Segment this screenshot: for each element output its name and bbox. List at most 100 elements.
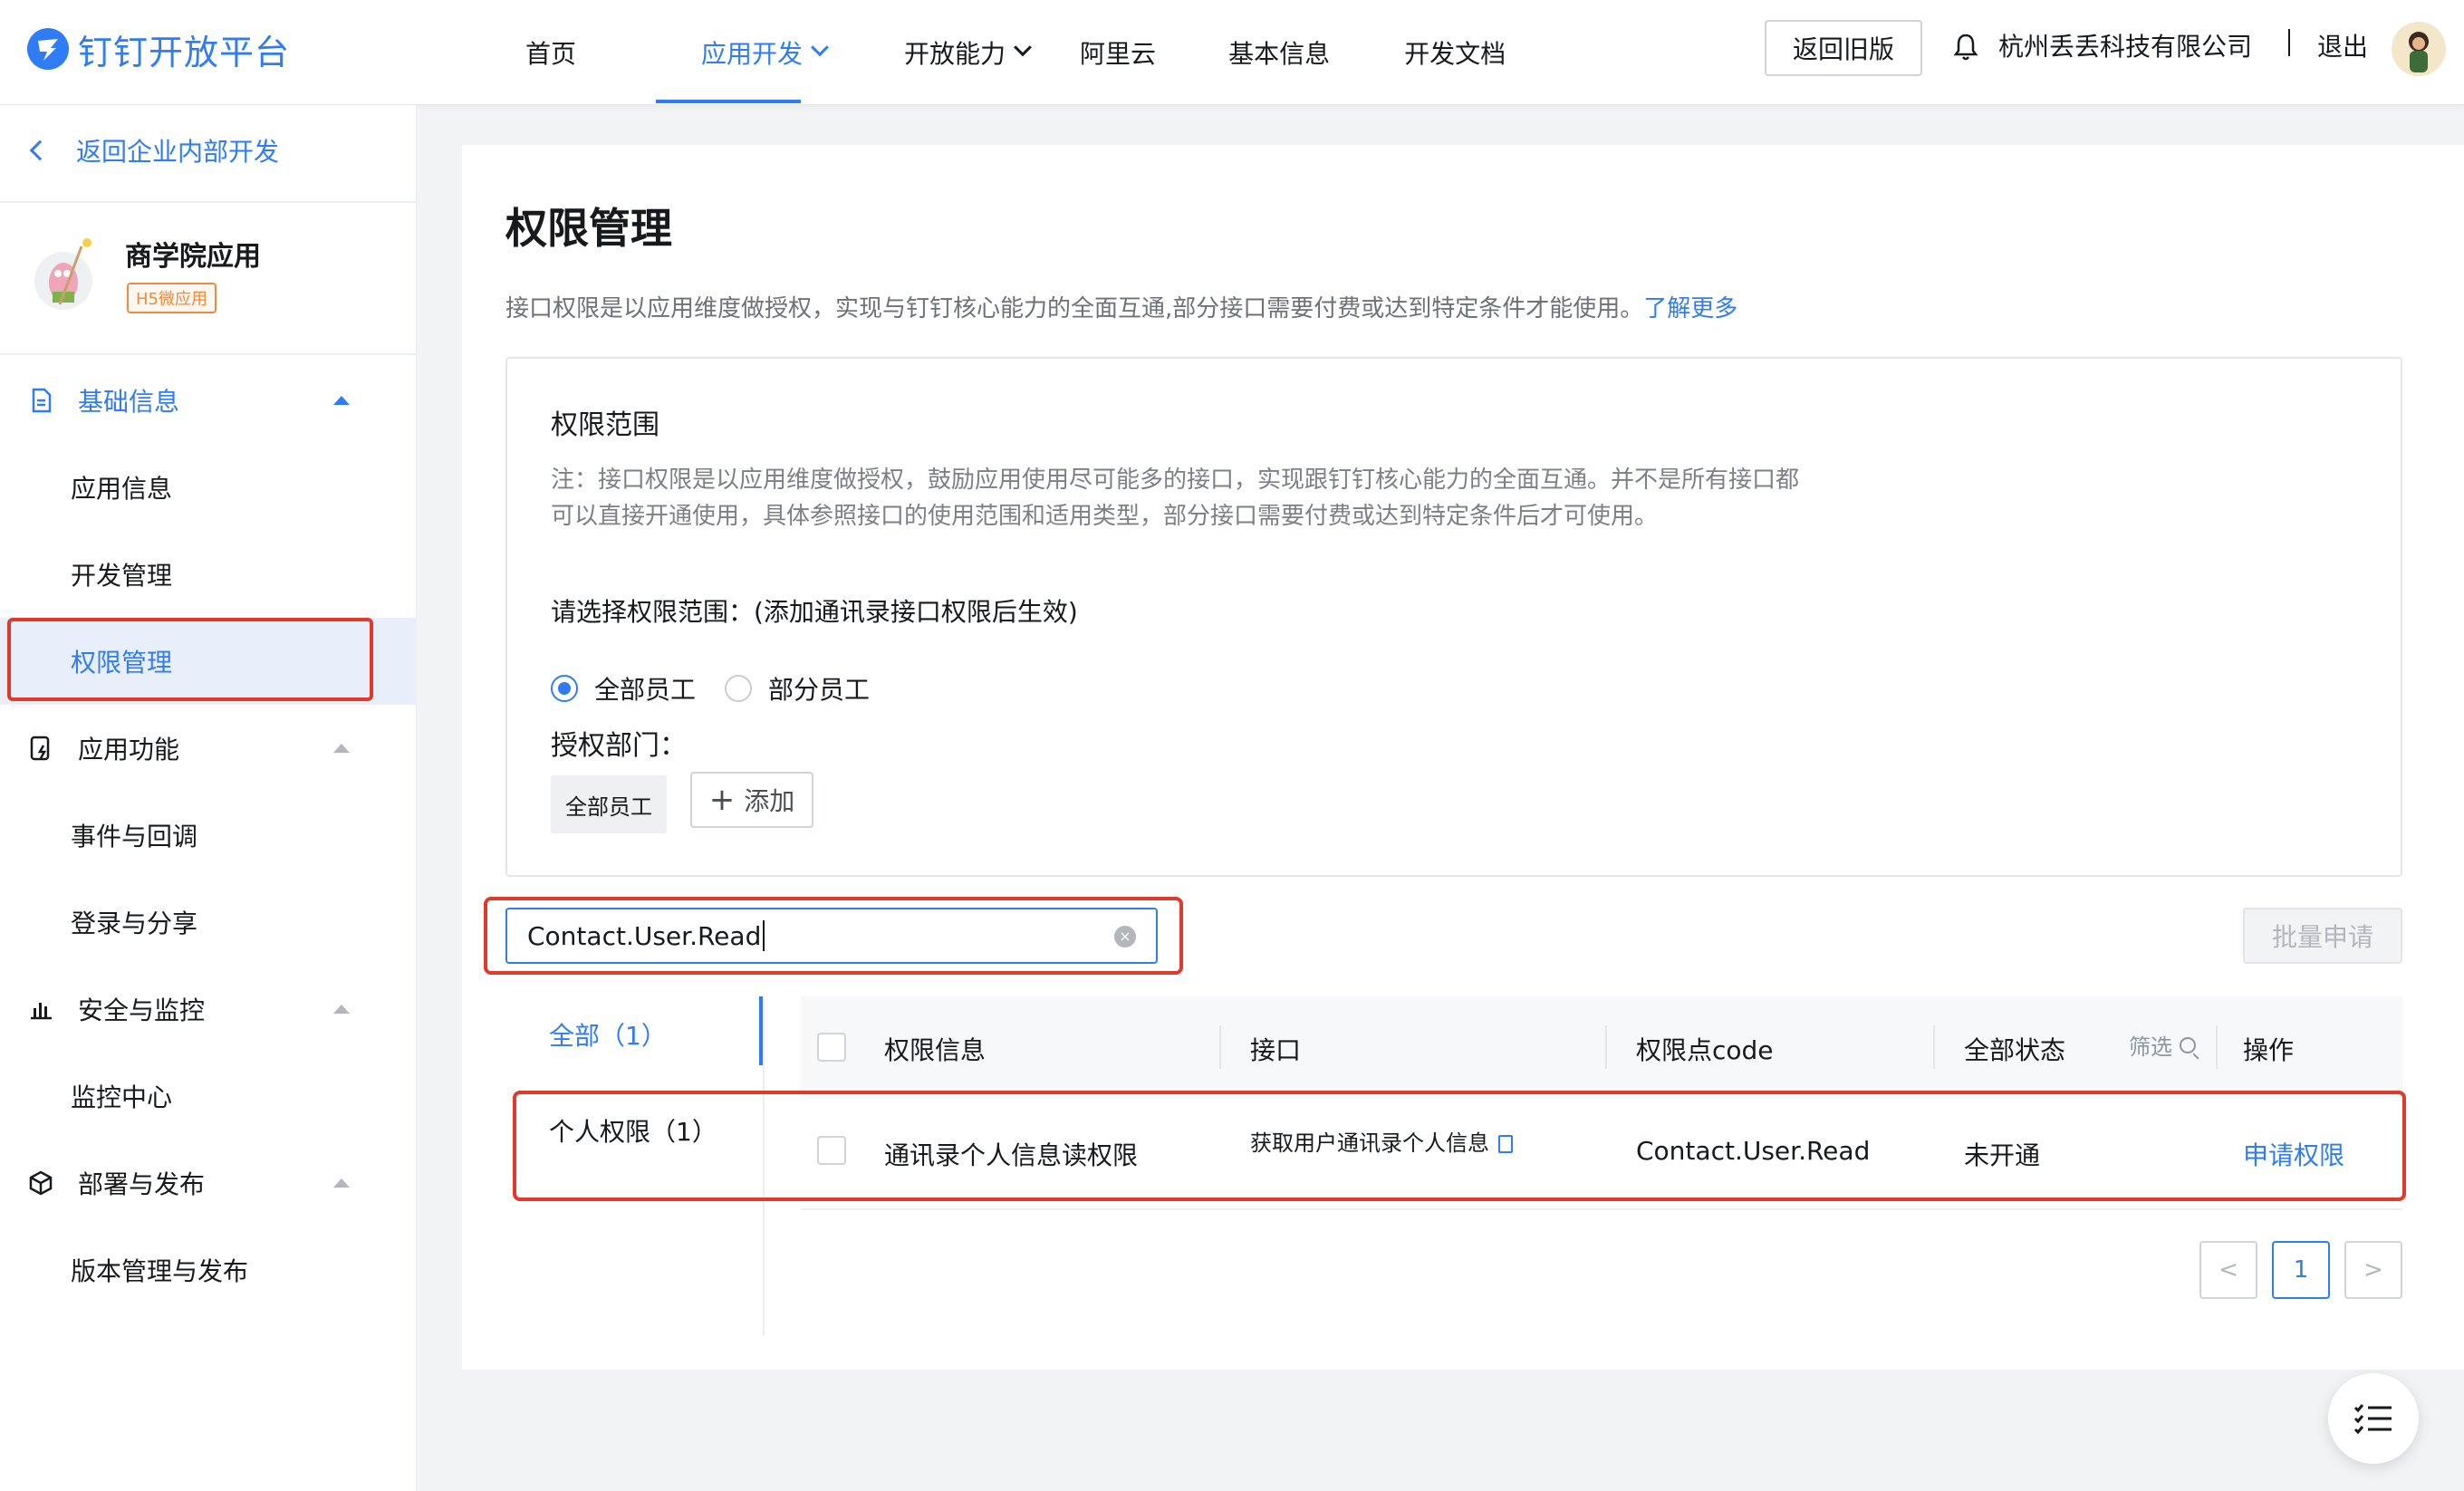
app-name: 商学院应用 bbox=[125, 241, 261, 273]
nav-basic-info[interactable]: 基本信息 bbox=[1156, 0, 1330, 105]
status-filter[interactable]: 筛选 bbox=[2129, 1029, 2196, 1061]
sidebar-item-label: 事件与回调 bbox=[71, 822, 198, 851]
caret-up-icon bbox=[333, 1005, 350, 1014]
nav-dev-docs[interactable]: 开发文档 bbox=[1330, 0, 1506, 105]
back-link-label: 返回企业内部开发 bbox=[76, 137, 280, 167]
column-divider bbox=[1219, 1025, 1221, 1069]
nav-open-capability[interactable]: 开放能力 bbox=[826, 0, 1032, 105]
page-button-current[interactable]: 1 bbox=[2272, 1241, 2330, 1299]
sidebar-item-dev-management[interactable]: 开发管理 bbox=[0, 531, 417, 618]
logo-text: 钉钉开放平台 bbox=[78, 32, 291, 72]
col-header-info: 权限信息 bbox=[884, 1035, 987, 1065]
back-to-internal-dev-link[interactable]: 返回企业内部开发 bbox=[29, 132, 280, 168]
nav-active-underline bbox=[656, 100, 801, 103]
sidebar-group-label: 部署与发布 bbox=[78, 1169, 206, 1199]
tab-all[interactable]: 全部（1） bbox=[549, 1016, 667, 1053]
page-description-text: 接口权限是以应用维度做授权，实现与钉钉核心能力的全面互通,部分接口需要付费或达到… bbox=[505, 295, 1644, 322]
checklist-icon bbox=[2353, 1404, 2392, 1435]
nav-app-dev-label: 应用开发 bbox=[701, 39, 804, 69]
authorized-dept-label: 授权部门： bbox=[551, 730, 687, 762]
chevron-left-icon bbox=[29, 139, 51, 161]
company-name[interactable]: 杭州丢丢科技有限公司 bbox=[1998, 27, 2252, 63]
plus-icon: + bbox=[708, 782, 736, 818]
highlight-box-sidebar bbox=[7, 618, 373, 701]
nav-open-capability-label: 开放能力 bbox=[904, 39, 1006, 69]
app-function-icon bbox=[30, 736, 50, 761]
page-title: 权限管理 bbox=[505, 204, 672, 253]
nav-home-label: 首页 bbox=[525, 39, 577, 69]
bell-icon[interactable] bbox=[1953, 33, 1978, 62]
floating-menu-button[interactable] bbox=[2328, 1373, 2419, 1464]
nav-aliyun-label: 阿里云 bbox=[1080, 39, 1157, 69]
column-divider bbox=[1933, 1025, 1935, 1069]
sidebar-divider bbox=[0, 201, 417, 203]
col-header-api: 接口 bbox=[1250, 1035, 1302, 1065]
dept-tag: 全部员工 bbox=[551, 775, 667, 833]
caret-up-icon bbox=[333, 1178, 350, 1188]
sidebar-item-login-share[interactable]: 登录与分享 bbox=[0, 879, 417, 966]
column-divider bbox=[2216, 1025, 2218, 1069]
dingtalk-logo[interactable]: 钉钉开放平台 bbox=[27, 24, 290, 74]
nav-home[interactable]: 首页 bbox=[507, 0, 605, 105]
sidebar-item-app-info[interactable]: 应用信息 bbox=[0, 444, 417, 531]
sidebar-group-label: 基础信息 bbox=[78, 387, 180, 417]
scope-radio-group: 全部员工 部分员工 bbox=[551, 670, 870, 707]
sidebar-item-label: 登录与分享 bbox=[71, 909, 198, 938]
prev-page-button[interactable]: < bbox=[2199, 1241, 2257, 1299]
radio-partial-label[interactable]: 部分员工 bbox=[768, 670, 870, 707]
next-page-button[interactable]: > bbox=[2344, 1241, 2402, 1299]
sidebar-group-label: 安全与监控 bbox=[78, 996, 206, 1025]
sidebar-item-events-callbacks[interactable]: 事件与回调 bbox=[0, 792, 417, 879]
sidebar-group-app-features[interactable]: 应用功能 bbox=[0, 705, 417, 792]
main-nav: 首页 应用开发 开放能力 阿里云 基本信息 开发文档 bbox=[507, 0, 1506, 105]
bar-chart-icon bbox=[31, 1003, 52, 1020]
app-avatar bbox=[33, 232, 107, 319]
batch-apply-button[interactable]: 批量申请 bbox=[2243, 908, 2402, 964]
col-header-action: 操作 bbox=[2243, 1035, 2295, 1065]
col-header-code: 权限点code bbox=[1636, 1035, 1774, 1065]
caret-up-icon bbox=[333, 396, 350, 405]
top-header: 钉钉开放平台 首页 应用开发 开放能力 阿里云 基本信息 开发文档 返回旧版 杭… bbox=[0, 0, 2464, 105]
sidebar-group-deploy-release[interactable]: 部署与发布 bbox=[0, 1140, 417, 1226]
select-all-checkbox[interactable] bbox=[817, 1033, 846, 1062]
add-dept-button[interactable]: + 添加 bbox=[690, 772, 813, 828]
column-divider bbox=[1605, 1025, 1607, 1069]
cube-icon bbox=[29, 1170, 53, 1196]
header-divider bbox=[2288, 29, 2290, 56]
back-to-old-version-button[interactable]: 返回旧版 bbox=[1765, 20, 1922, 76]
sidebar-item-monitoring-center[interactable]: 监控中心 bbox=[0, 1053, 417, 1140]
scope-title: 权限范围 bbox=[551, 409, 659, 441]
scope-choose-label: 请选择权限范围：(添加通讯录接口权限后生效) bbox=[551, 597, 1078, 627]
learn-more-link[interactable]: 了解更多 bbox=[1643, 295, 1737, 322]
sidebar-group-basic-info[interactable]: 基础信息 bbox=[0, 357, 417, 444]
radio-partial-employees[interactable] bbox=[725, 675, 753, 702]
sidebar-item-version-release[interactable]: 版本管理与发布 bbox=[0, 1226, 417, 1313]
tab-active-indicator bbox=[759, 996, 763, 1065]
sidebar-group-label: 应用功能 bbox=[78, 735, 180, 765]
table-header: 权限信息 接口 权限点code 全部状态 筛选 操作 bbox=[801, 996, 2402, 1098]
user-avatar[interactable] bbox=[2392, 22, 2446, 76]
sidebar-item-label: 开发管理 bbox=[71, 561, 173, 591]
caret-up-icon bbox=[333, 744, 350, 753]
page-description: 接口权限是以应用维度做授权，实现与钉钉核心能力的全面互通,部分接口需要付费或达到… bbox=[505, 290, 1737, 323]
sidebar-group-security-monitoring[interactable]: 安全与监控 bbox=[0, 966, 417, 1053]
highlight-box-search bbox=[484, 897, 1183, 975]
nav-aliyun[interactable]: 阿里云 bbox=[1029, 0, 1156, 105]
add-dept-label: 添加 bbox=[744, 786, 795, 816]
radio-all-employees[interactable] bbox=[551, 675, 578, 702]
radio-all-label[interactable]: 全部员工 bbox=[594, 670, 696, 707]
sidebar-divider bbox=[0, 353, 417, 355]
dingtalk-logo-icon bbox=[27, 28, 69, 70]
sidebar: 返回企业内部开发 商学院应用 H5微应用 基础信息 应用信息 开发管理 权限管理… bbox=[0, 105, 417, 1491]
sidebar-item-label: 版本管理与发布 bbox=[71, 1256, 249, 1286]
logout-link[interactable]: 退出 bbox=[2317, 27, 2368, 63]
sidebar-item-label: 监控中心 bbox=[71, 1082, 173, 1112]
app-type-badge: H5微应用 bbox=[127, 283, 217, 313]
filter-label: 筛选 bbox=[2129, 1034, 2172, 1060]
highlight-box-row bbox=[513, 1091, 2406, 1201]
nav-basic-info-label: 基本信息 bbox=[1228, 39, 1331, 69]
col-header-status: 全部状态 bbox=[1964, 1035, 2066, 1065]
permission-scope-panel: 权限范围 注：接口权限是以应用维度做授权，鼓励应用使用尽可能多的接口，实现跟钉钉… bbox=[505, 357, 2402, 877]
document-icon bbox=[32, 388, 52, 413]
nav-app-dev[interactable]: 应用开发 bbox=[605, 0, 829, 105]
